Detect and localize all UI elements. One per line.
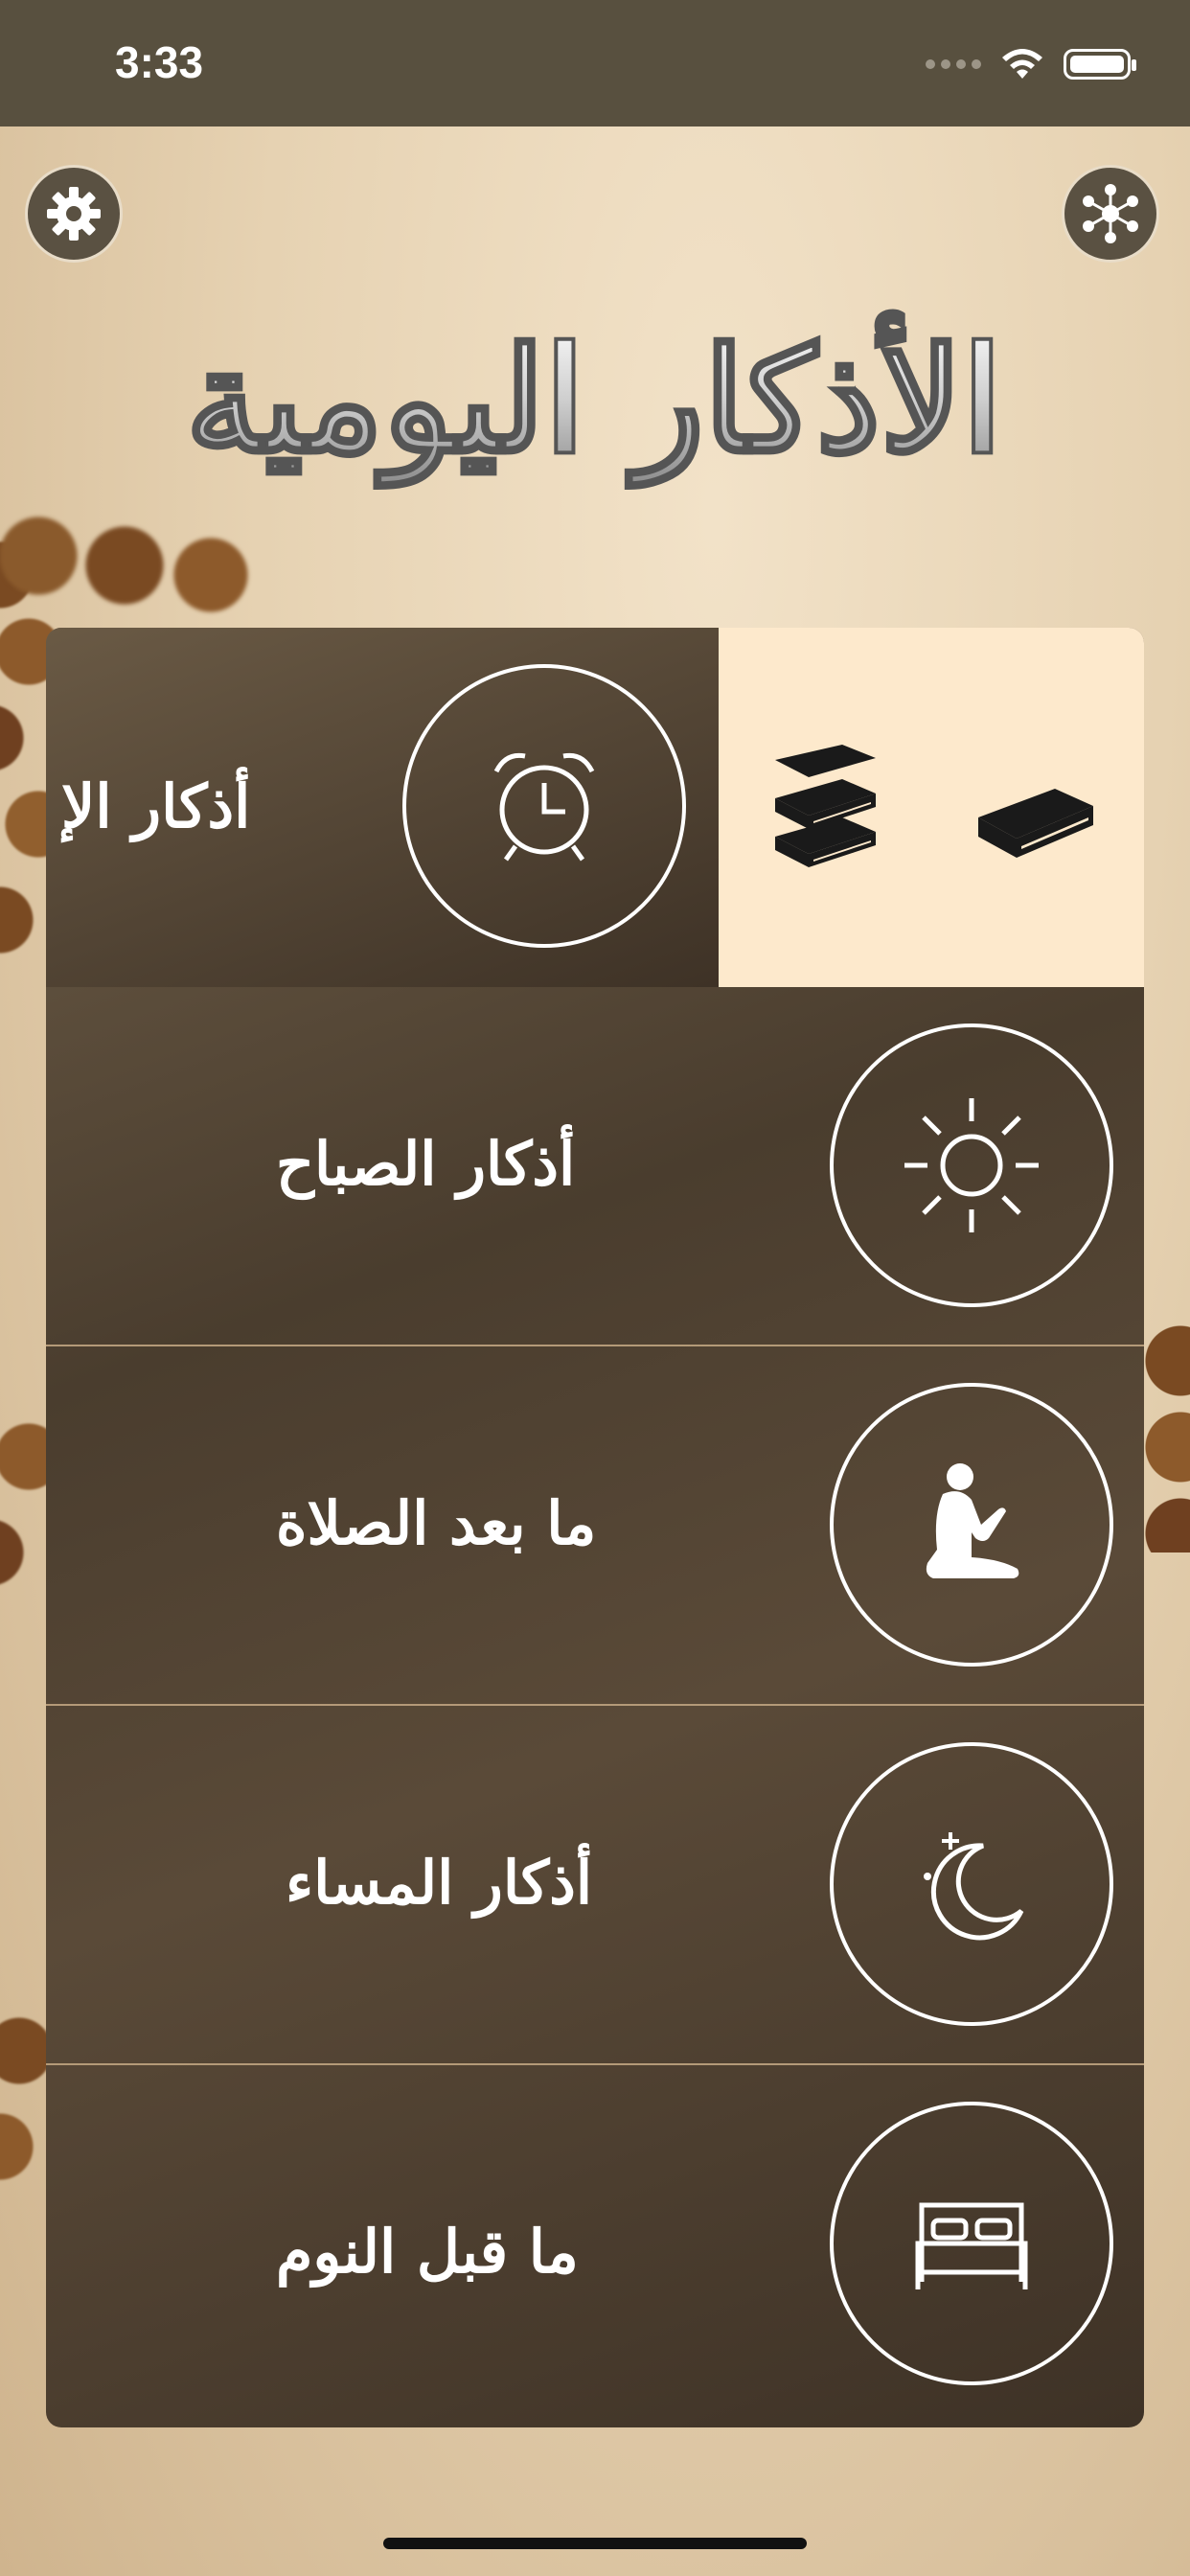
menu-item-label: أذكار الإ: [61, 771, 251, 841]
menu-icon-circle: [830, 1742, 1113, 2026]
app-title: الأذكار اليومية: [186, 310, 1002, 488]
gear-icon: [47, 187, 101, 241]
menu-item-label: أذكار المساء: [286, 1848, 593, 1918]
battery-icon: [1064, 49, 1136, 80]
books-button[interactable]: [761, 741, 885, 875]
signal-icon: [926, 59, 981, 69]
menu-item-after-prayer[interactable]: ما بعد الصلاة: [46, 1346, 1144, 1706]
status-time: 3:33: [115, 37, 204, 87]
menu-item-morning[interactable]: أذكار الصباح: [46, 987, 1144, 1346]
books-stack-icon: [774, 744, 876, 867]
menu-item-label: ما قبل النوم: [276, 2217, 579, 2287]
menu-item-label: ما بعد الصلاة: [276, 1488, 597, 1558]
menu-item-label: أذكار الصباح: [276, 1129, 576, 1199]
share-button[interactable]: [1062, 165, 1159, 263]
alarm-clock-icon: [493, 752, 595, 862]
menu-item-bedtime[interactable]: ما قبل النوم: [46, 2065, 1144, 2425]
menu-panel: أذكار الإ أذكار الصباح ما بعد الصلاة أذك…: [46, 628, 1144, 2427]
sun-icon: [904, 1098, 1039, 1232]
status-bar: 3:33: [0, 0, 1190, 126]
moon-star-icon: [924, 1832, 1024, 1941]
bed-icon: [915, 2202, 1028, 2289]
network-share-icon: [1083, 184, 1138, 243]
menu-icon-circle: [830, 2102, 1113, 2385]
settings-button[interactable]: [25, 165, 123, 263]
menu-icon-circle: [402, 664, 686, 948]
book-icon: [977, 788, 1093, 858]
menu-icon-circle: [830, 1383, 1113, 1667]
menu-item-wake[interactable]: أذكار الإ: [46, 628, 719, 987]
wifi-icon: [1002, 49, 1042, 79]
app-title-calligraphy: الأذكار اليومية: [144, 216, 1044, 570]
status-indicators: [926, 46, 1136, 82]
book-button[interactable]: [969, 750, 1103, 865]
menu-row-0[interactable]: أذكار الإ: [46, 628, 1144, 987]
home-indicator[interactable]: [383, 2538, 807, 2549]
menu-item-evening[interactable]: أذكار المساء: [46, 1706, 1144, 2065]
books-section: [719, 628, 1144, 987]
menu-icon-circle: [830, 1024, 1113, 1307]
praying-person-icon: [926, 1463, 1019, 1578]
